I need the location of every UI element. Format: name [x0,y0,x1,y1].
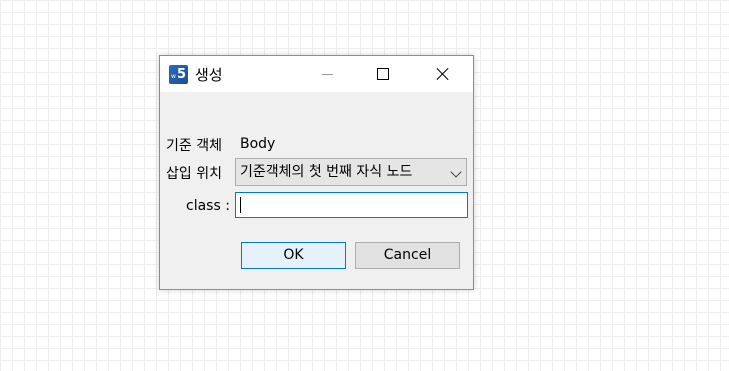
maximize-button[interactable] [360,56,406,92]
insert-position-label: 삽입 위치 [166,166,222,182]
minimize-icon [321,73,333,75]
chevron-down-icon [450,166,462,178]
maximize-icon [377,68,389,80]
cancel-button[interactable]: Cancel [355,242,460,269]
dialog-titlebar[interactable]: w5 생성 [160,56,473,92]
w5-app-icon: w5 [169,65,188,84]
class-label: class : [186,198,230,214]
text-caret [240,197,241,213]
desktop-background: w5 생성 기준 객체 Body 삽입 위치 기준객체의 첫 번째 자식 노드 … [0,0,729,371]
ok-button[interactable]: OK [241,242,346,269]
minimize-button [304,56,350,92]
base-object-label: 기준 객체 [166,138,222,154]
close-icon [436,67,450,81]
insert-position-select[interactable]: 기준객체의 첫 번째 자식 노드 [235,158,467,186]
base-object-value: Body [240,136,276,152]
insert-position-value: 기준객체의 첫 번째 자식 노드 [240,164,413,180]
close-button[interactable] [420,56,466,92]
class-input[interactable] [235,192,468,218]
dialog-title: 생성 [195,66,223,84]
create-dialog: w5 생성 기준 객체 Body 삽입 위치 기준객체의 첫 번째 자식 노드 … [159,55,474,290]
